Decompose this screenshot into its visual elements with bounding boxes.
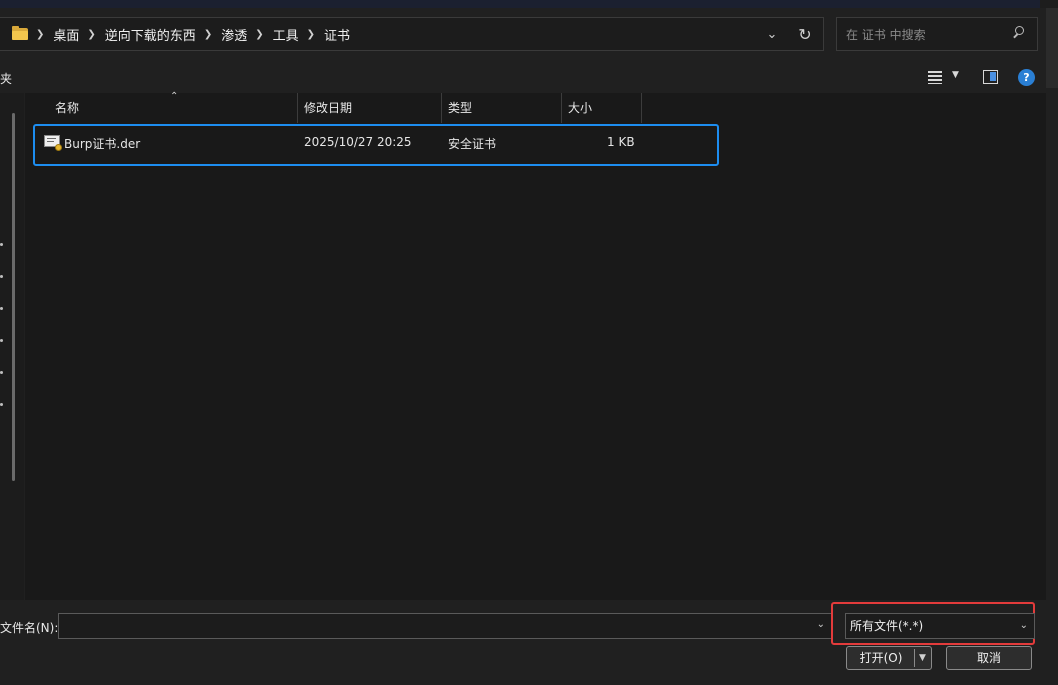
nav-item-marker[interactable]	[0, 243, 3, 246]
open-button-label: 打开(O)	[859, 651, 903, 665]
chevron-right-icon[interactable]: ❯	[255, 29, 263, 40]
nav-item-marker[interactable]	[0, 275, 3, 278]
filetype-value: 所有文件(*.*)	[850, 619, 924, 633]
address-bar[interactable]: ❯ 桌面 ❯ 逆向下载的东西 ❯ 渗透 ❯ 工具 ❯ 证书 ⌄ ↻	[0, 17, 824, 51]
chevron-right-icon[interactable]: ❯	[87, 29, 95, 40]
file-row[interactable]: Burp证书.der 2025/10/27 20:25 安全证书 1 KB	[33, 124, 719, 166]
column-header-name[interactable]: 名称	[49, 93, 297, 123]
breadcrumb-item[interactable]: ❯ 桌面	[28, 25, 79, 44]
breadcrumb-item[interactable]: ❯ 工具	[247, 25, 298, 44]
title-strip-accent	[0, 0, 1040, 8]
breadcrumb-item[interactable]: ❯ 渗透	[196, 25, 247, 44]
chevron-down-icon[interactable]: ⌄	[817, 619, 825, 630]
filetype-select[interactable]: 所有文件(*.*) ⌄	[845, 613, 1035, 639]
address-history-dropdown-icon[interactable]: ⌄	[757, 27, 787, 42]
cancel-button-label: 取消	[976, 651, 1001, 665]
chevron-right-icon[interactable]: ❯	[204, 29, 212, 40]
certificate-icon	[44, 135, 62, 151]
open-options-dropdown-icon[interactable]: ▼	[916, 647, 929, 669]
search-placeholder: 在 证书 中搜索	[846, 27, 926, 42]
file-type: 安全证书	[448, 137, 497, 151]
column-header-row: ⌃ 名称 修改日期 类型 大小	[25, 91, 1046, 123]
toolbar-label[interactable]: 夹	[0, 70, 12, 87]
nav-item-marker[interactable]	[0, 339, 3, 342]
breadcrumb-label[interactable]: 渗透	[221, 25, 247, 44]
column-header-type[interactable]: 类型	[442, 93, 561, 123]
help-icon[interactable]: ?	[1018, 69, 1035, 86]
search-input[interactable]: 在 证书 中搜索	[836, 17, 1038, 51]
title-strip	[0, 0, 1058, 8]
open-button[interactable]: 打开(O) ▼	[846, 646, 932, 670]
file-name: Burp证书.der	[64, 137, 141, 151]
column-header-date[interactable]: 修改日期	[298, 93, 441, 123]
breadcrumb-label[interactable]: 工具	[273, 25, 299, 44]
view-dropdown-icon[interactable]: ▼	[952, 70, 959, 80]
file-date: 2025/10/27 20:25	[304, 135, 412, 149]
chevron-right-icon[interactable]: ❯	[36, 29, 44, 40]
dialog-footer: 文件名(N): ⌄ 所有文件(*.*) ⌄ 打开(O) ▼ 取消	[0, 600, 1058, 685]
chevron-right-icon[interactable]: ❯	[307, 29, 315, 40]
breadcrumb-label[interactable]: 证书	[324, 25, 350, 44]
file-list[interactable]: ⌃ 名称 修改日期 类型 大小 Burp证书.der 2025/10/27 20…	[25, 91, 1046, 600]
chevron-down-icon[interactable]: ⌄	[1020, 614, 1028, 638]
column-divider[interactable]	[641, 93, 642, 123]
search-icon[interactable]	[1013, 26, 1025, 40]
navigation-pane[interactable]	[0, 93, 24, 600]
refresh-icon[interactable]: ↻	[787, 25, 823, 44]
breadcrumb-label[interactable]: 逆向下载的东西	[105, 25, 196, 44]
window-edge	[1046, 8, 1058, 88]
breadcrumb-item[interactable]: ❯ 逆向下载的东西	[79, 25, 195, 44]
view-options-icon[interactable]	[928, 71, 944, 84]
filename-input[interactable]: ⌄	[58, 613, 832, 639]
button-divider	[914, 649, 915, 667]
nav-item-marker[interactable]	[0, 307, 3, 310]
toolbar: 夹 ▼ ?	[0, 64, 1046, 92]
breadcrumb-label[interactable]: 桌面	[53, 25, 79, 44]
column-header-size[interactable]: 大小	[562, 93, 641, 123]
cancel-button[interactable]: 取消	[946, 646, 1032, 670]
nav-scrollbar[interactable]	[12, 113, 15, 481]
filename-label: 文件名(N):	[0, 621, 59, 635]
file-size: 1 KB	[607, 135, 635, 149]
preview-pane-icon[interactable]	[983, 70, 998, 84]
breadcrumb-item[interactable]: ❯ 证书	[299, 25, 350, 44]
nav-item-marker[interactable]	[0, 403, 3, 406]
nav-item-marker[interactable]	[0, 371, 3, 374]
folder-icon	[12, 26, 28, 40]
